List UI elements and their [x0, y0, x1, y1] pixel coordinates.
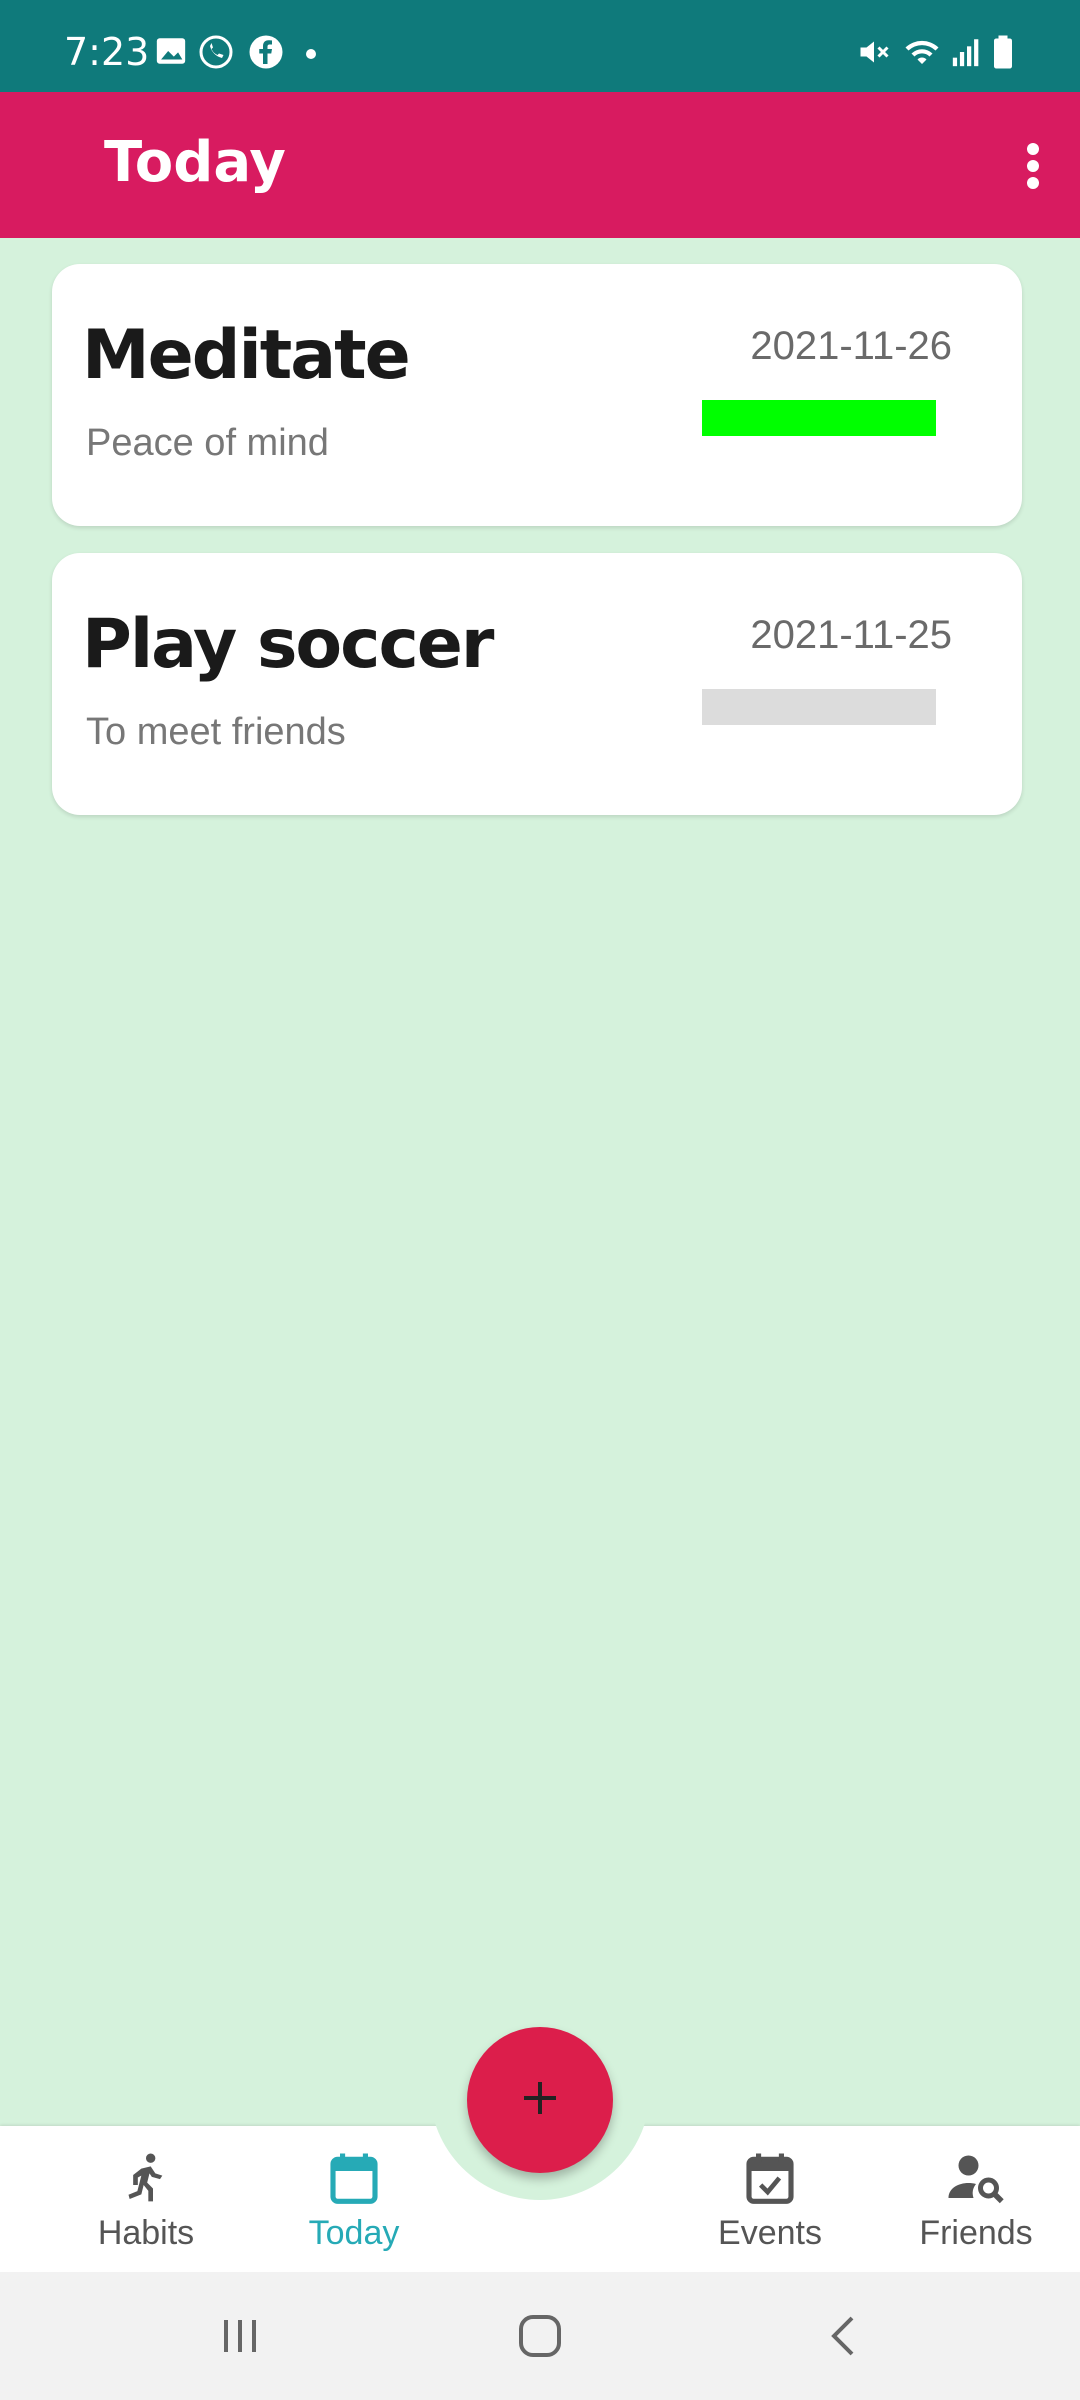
system-nav-bar — [0, 2272, 1080, 2400]
habit-title: Play soccer — [82, 605, 494, 684]
habit-subtitle: To meet friends — [86, 711, 346, 753]
nav-today[interactable]: Today — [254, 2140, 454, 2270]
nav-label: Habits — [97, 2214, 195, 2252]
nav-friends[interactable]: Friends — [876, 2140, 1076, 2270]
gallery-icon — [154, 34, 188, 73]
facebook-icon — [248, 34, 284, 75]
nav-label: Today — [308, 2214, 400, 2252]
battery-icon — [992, 34, 1014, 75]
home-icon[interactable] — [470, 2272, 610, 2400]
add-habit-button[interactable] — [467, 2027, 613, 2173]
page-title: Today — [104, 130, 286, 195]
more-vert-icon[interactable] — [998, 126, 1068, 206]
nav-events[interactable]: Events — [670, 2140, 870, 2270]
status-bar: 7:23 — [0, 0, 1080, 92]
habit-subtitle: Peace of mind — [86, 422, 329, 464]
app-bar: Today — [0, 92, 1080, 238]
back-icon[interactable] — [774, 2272, 914, 2400]
dot-icon — [306, 46, 316, 64]
event-check-icon — [742, 2148, 798, 2213]
habit-progress-bar — [702, 400, 936, 436]
habit-date: 2021-11-25 — [750, 613, 952, 657]
signal-icon — [950, 34, 984, 75]
wifi-icon — [902, 34, 942, 75]
plus-icon — [520, 2078, 560, 2123]
habit-card-play-soccer[interactable]: Play soccer To meet friends 2021-11-25 — [52, 553, 1022, 815]
habit-title: Meditate — [82, 316, 411, 395]
run-icon — [118, 2148, 174, 2213]
status-time: 7:23 — [64, 30, 150, 74]
habit-progress-fill — [702, 400, 936, 436]
habit-card-meditate[interactable]: Meditate Peace of mind 2021-11-26 — [52, 264, 1022, 526]
habit-progress-bar — [702, 689, 936, 725]
calendar-icon — [326, 2148, 382, 2213]
nav-habits[interactable]: Habits — [46, 2140, 246, 2270]
whatsapp-icon — [198, 34, 234, 75]
habit-date: 2021-11-26 — [750, 324, 952, 368]
recents-icon[interactable] — [170, 2272, 310, 2400]
nav-label: Events — [718, 2214, 822, 2252]
nav-label: Friends — [919, 2214, 1033, 2252]
mute-icon — [856, 34, 892, 75]
person-search-icon — [946, 2148, 1006, 2213]
